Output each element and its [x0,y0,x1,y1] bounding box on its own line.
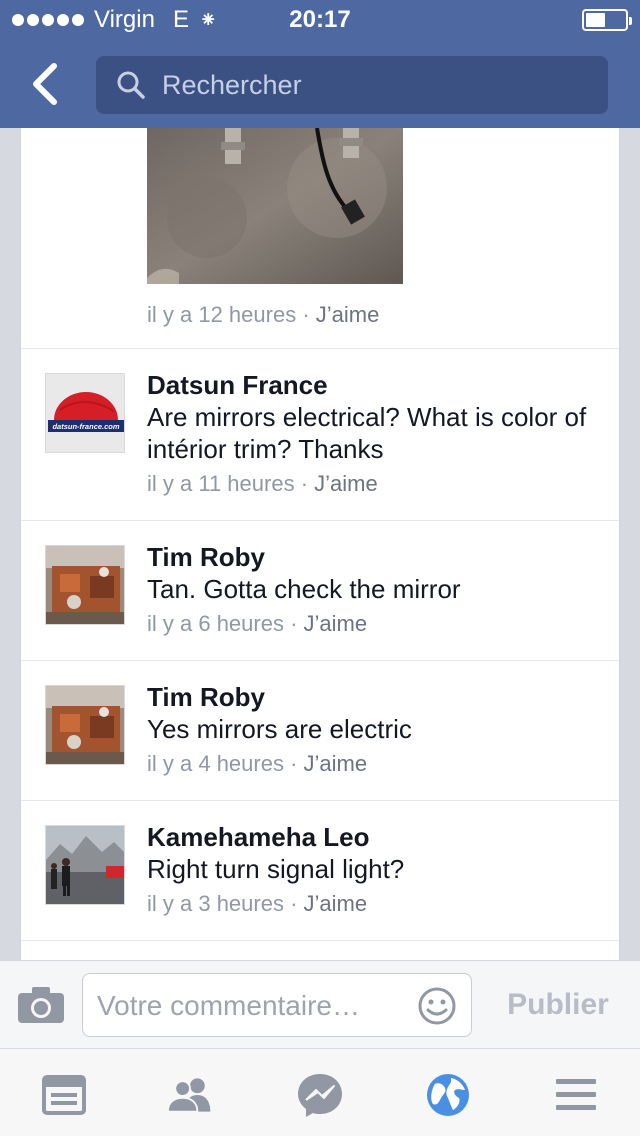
comment-body: Tim Roby Yes mirrors are electric il y a… [147,681,607,779]
comment-meta: il y a 3 heures · J’aime [147,889,607,919]
comment-item: datsun-france.com Datsun France Are mirr… [21,349,619,521]
comment-item: Kamehameha Leo Right turn signal light? … [21,801,619,941]
engine-photo-icon [46,546,124,624]
meta-separator: · [294,471,315,496]
comment-text: Tan. Gotta check the mirror [147,574,461,604]
people-photo-icon [46,826,124,904]
meta-separator: · [296,302,316,327]
smiley-icon [418,987,456,1025]
comment-text: Are mirrors electrical? What is color of… [147,402,587,464]
camera-icon [18,987,64,1023]
comment-meta: il y a 12 heures · J’aime [147,302,379,328]
avatar[interactable]: datsun-france.com [45,373,125,453]
notifications-globe-icon [427,1074,469,1116]
avatar[interactable] [45,685,125,765]
tab-messenger[interactable] [296,1071,344,1119]
comment-time: il y a 3 heures [147,891,284,916]
comment-meta: il y a 4 heures · J’aime [147,749,607,779]
comment-composer: Publier [0,960,640,1048]
comment-time: il y a 4 heures [147,751,284,776]
comment-text: Right turn signal light? [147,854,405,884]
comment-input-box[interactable] [82,973,472,1037]
tab-bar [0,1048,640,1136]
commenter-name[interactable]: Kamehameha Leo [147,821,607,853]
tab-friends[interactable] [166,1071,214,1119]
menu-icon [556,1079,596,1110]
commenter-name[interactable]: Tim Roby [147,541,607,573]
comment-body: Kamehameha Leo Right turn signal light? … [147,821,607,919]
tab-notifications[interactable] [424,1071,472,1119]
datsun-france-logo-icon: datsun-france.com [46,374,124,452]
like-link[interactable]: J’aime [314,471,378,496]
like-link[interactable]: J’aime [316,302,380,327]
nav-bar [0,40,640,128]
meta-separator: · [283,751,304,776]
status-time: 20:17 [289,6,351,33]
comment-time: il y a 6 heures [147,611,284,636]
comment-photo[interactable] [147,128,403,284]
emoji-button[interactable] [417,986,457,1026]
messenger-icon [298,1074,342,1117]
comment-time: il y a 12 heures [147,302,297,327]
comment-time: il y a 11 heures [147,471,295,496]
news-feed-icon [42,1075,86,1115]
comment-item: il y a 12 heures · J’aime [21,128,619,349]
friends-icon [166,1078,211,1113]
comment-input[interactable] [97,986,407,1026]
battery-level [586,13,605,27]
search-icon [117,71,145,99]
like-link[interactable]: J’aime [304,751,368,776]
logo-text: datsun-france.com [52,422,119,431]
search-bar[interactable] [96,56,608,114]
comment-body: Datsun France Are mirrors electrical? Wh… [147,369,607,499]
avatar[interactable] [45,545,125,625]
commenter-name[interactable]: Datsun France [147,369,607,401]
like-link[interactable]: J’aime [304,611,368,636]
back-button[interactable] [24,60,68,108]
tab-news-feed[interactable] [40,1071,88,1119]
header: Virgin E ⁕ 20:17 [0,0,640,128]
comment-item: Tim Roby Tan. Gotta check the mirror il … [21,521,619,661]
search-input[interactable] [162,69,582,101]
meta-separator: · [283,611,304,636]
status-bar: Virgin E ⁕ 20:17 [0,0,640,40]
comment-text: Yes mirrors are electric [147,714,412,744]
like-link[interactable]: J’aime [304,891,368,916]
comment-item: Tim Roby Yes mirrors are electric il y a… [21,661,619,801]
avatar[interactable] [45,825,125,905]
chevron-left-icon [33,63,57,105]
comment-body: Tim Roby Tan. Gotta check the mirror il … [147,541,607,639]
comment-meta: il y a 6 heures · J’aime [147,609,607,639]
battery-icon [582,9,632,31]
commenter-name[interactable]: Tim Roby [147,681,607,713]
meta-separator: · [283,891,304,916]
comments-list[interactable]: il y a 12 heures · J’aime datsun-france.… [20,128,620,960]
photo-image [147,128,403,284]
camera-button[interactable] [16,985,66,1025]
engine-photo-icon [46,686,124,764]
tab-menu[interactable] [552,1071,600,1119]
comment-meta: il y a 11 heures · J’aime [147,469,607,499]
publish-button[interactable]: Publier [488,983,628,1027]
